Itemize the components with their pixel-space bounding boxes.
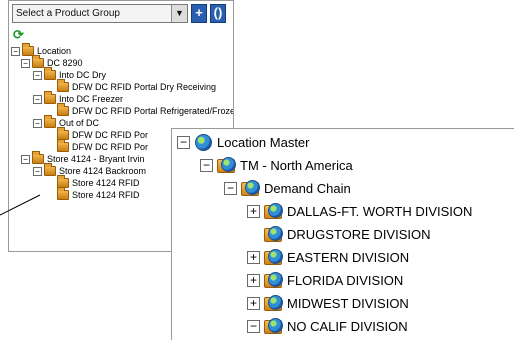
- tree-node-label: Store 4124 RFID: [72, 190, 140, 200]
- tree-node-division[interactable]: DRUGSTORE DIVISION: [264, 224, 431, 244]
- collapse-icon[interactable]: −: [11, 46, 20, 56]
- tree-node-label: DC 8290: [47, 58, 83, 68]
- tree-node[interactable]: − Into DC Dry: [33, 67, 107, 81]
- connector-line: [0, 194, 41, 216]
- collapse-icon[interactable]: −: [177, 135, 190, 149]
- tree-node-north-america[interactable]: − TM - North America: [200, 155, 353, 175]
- product-group-select-label: Select a Product Group: [16, 8, 120, 19]
- globe-icon: [194, 133, 213, 152]
- tree-node-label: Location Master: [217, 134, 310, 150]
- expand-icon[interactable]: +: [247, 250, 260, 264]
- collapse-icon[interactable]: −: [224, 181, 237, 195]
- tree-node-label: Out of DC: [59, 118, 100, 128]
- folder-globe-icon: [217, 156, 236, 175]
- tree-node-label: Into DC Dry: [59, 70, 107, 80]
- tree-node-label: DFW DC RFID Portal Dry Receiving: [72, 82, 217, 92]
- collapse-icon[interactable]: −: [33, 70, 42, 80]
- tree-node-label: TM - North America: [240, 157, 353, 173]
- tree-node-label: FLORIDA DIVISION: [287, 272, 404, 288]
- tree-node-label: Into DC Freezer: [59, 94, 124, 104]
- folder-icon: [44, 67, 56, 80]
- tree-node[interactable]: DFW DC RFID Portal Refrigerated/Frozen R…: [57, 103, 234, 117]
- folder-globe-icon: [264, 317, 283, 336]
- tree-node-label: DALLAS-FT. WORTH DIVISION: [287, 203, 473, 219]
- folder-globe-icon: [241, 179, 260, 198]
- tree-node[interactable]: − Location: [11, 43, 72, 57]
- tree-node-division[interactable]: + MIDWEST DIVISION: [247, 293, 409, 313]
- tree-node-label: EASTERN DIVISION: [287, 249, 410, 265]
- tree-node-label: Demand Chain: [264, 180, 351, 196]
- folder-icon: [57, 139, 69, 152]
- tree-node[interactable]: DFW DC RFID Por: [57, 127, 148, 141]
- folder-icon: [32, 55, 44, 68]
- tree-node-label: DFW DC RFID Por: [72, 130, 148, 140]
- chevron-down-icon[interactable]: ▼: [171, 5, 187, 22]
- tree-node[interactable]: DFW DC RFID Portal Dry Receiving: [57, 79, 217, 93]
- folder-icon: [44, 115, 56, 128]
- tree-node-demand-chain[interactable]: − Demand Chain: [224, 178, 351, 198]
- tree-node-label: Store 4124 RFID: [72, 178, 140, 188]
- tree-node-label: NO CALIF DIVISION: [287, 318, 408, 334]
- folder-globe-icon: [264, 294, 283, 313]
- toolbar: Select a Product Group ▼ + (): [12, 4, 226, 23]
- product-group-select[interactable]: Select a Product Group ▼: [12, 4, 188, 23]
- expand-icon[interactable]: +: [247, 273, 260, 287]
- collapse-icon[interactable]: −: [200, 158, 213, 172]
- expand-icon[interactable]: +: [247, 296, 260, 310]
- folder-icon: [44, 91, 56, 104]
- tree-node-label: Location: [37, 46, 72, 56]
- tree-node-division[interactable]: + DALLAS-FT. WORTH DIVISION: [247, 201, 472, 221]
- tree-node-label: DFW DC RFID Por: [72, 142, 148, 152]
- tree-node-division[interactable]: + EASTERN DIVISION: [247, 247, 409, 267]
- tree-node-label: MIDWEST DIVISION: [287, 295, 409, 311]
- tree-node[interactable]: − Out of DC: [33, 115, 100, 129]
- collapse-icon[interactable]: −: [33, 118, 42, 128]
- folder-globe-icon: [264, 202, 283, 221]
- tree-node-division[interactable]: + FLORIDA DIVISION: [247, 270, 403, 290]
- tree-node[interactable]: − Into DC Freezer: [33, 91, 124, 105]
- collapse-icon[interactable]: −: [33, 94, 42, 104]
- sync-icon[interactable]: ⟳: [13, 27, 24, 43]
- folder-icon: [57, 79, 69, 92]
- refresh-button[interactable]: (): [210, 4, 226, 23]
- folder-globe-icon: [264, 271, 283, 290]
- folder-globe-icon: [264, 248, 283, 267]
- add-button[interactable]: +: [191, 4, 207, 23]
- folder-globe-icon: [264, 225, 283, 244]
- tree-node-label: Store 4124 Backroom: [59, 166, 147, 176]
- tree-node[interactable]: DFW DC RFID Por: [57, 139, 148, 153]
- folder-icon: [57, 103, 69, 116]
- tree-node-division[interactable]: − NO CALIF DIVISION: [247, 316, 408, 336]
- tree-node-label: DRUGSTORE DIVISION: [287, 226, 431, 242]
- expand-icon[interactable]: +: [247, 204, 260, 218]
- collapse-icon[interactable]: −: [21, 58, 30, 68]
- tree-node-location-master[interactable]: − Location Master: [177, 132, 310, 152]
- collapse-icon[interactable]: −: [247, 319, 260, 333]
- tree-node-label: DFW DC RFID Portal Refrigerated/Frozen R…: [72, 106, 234, 116]
- location-master-panel: − Location Master − TM - North America − De…: [171, 128, 514, 340]
